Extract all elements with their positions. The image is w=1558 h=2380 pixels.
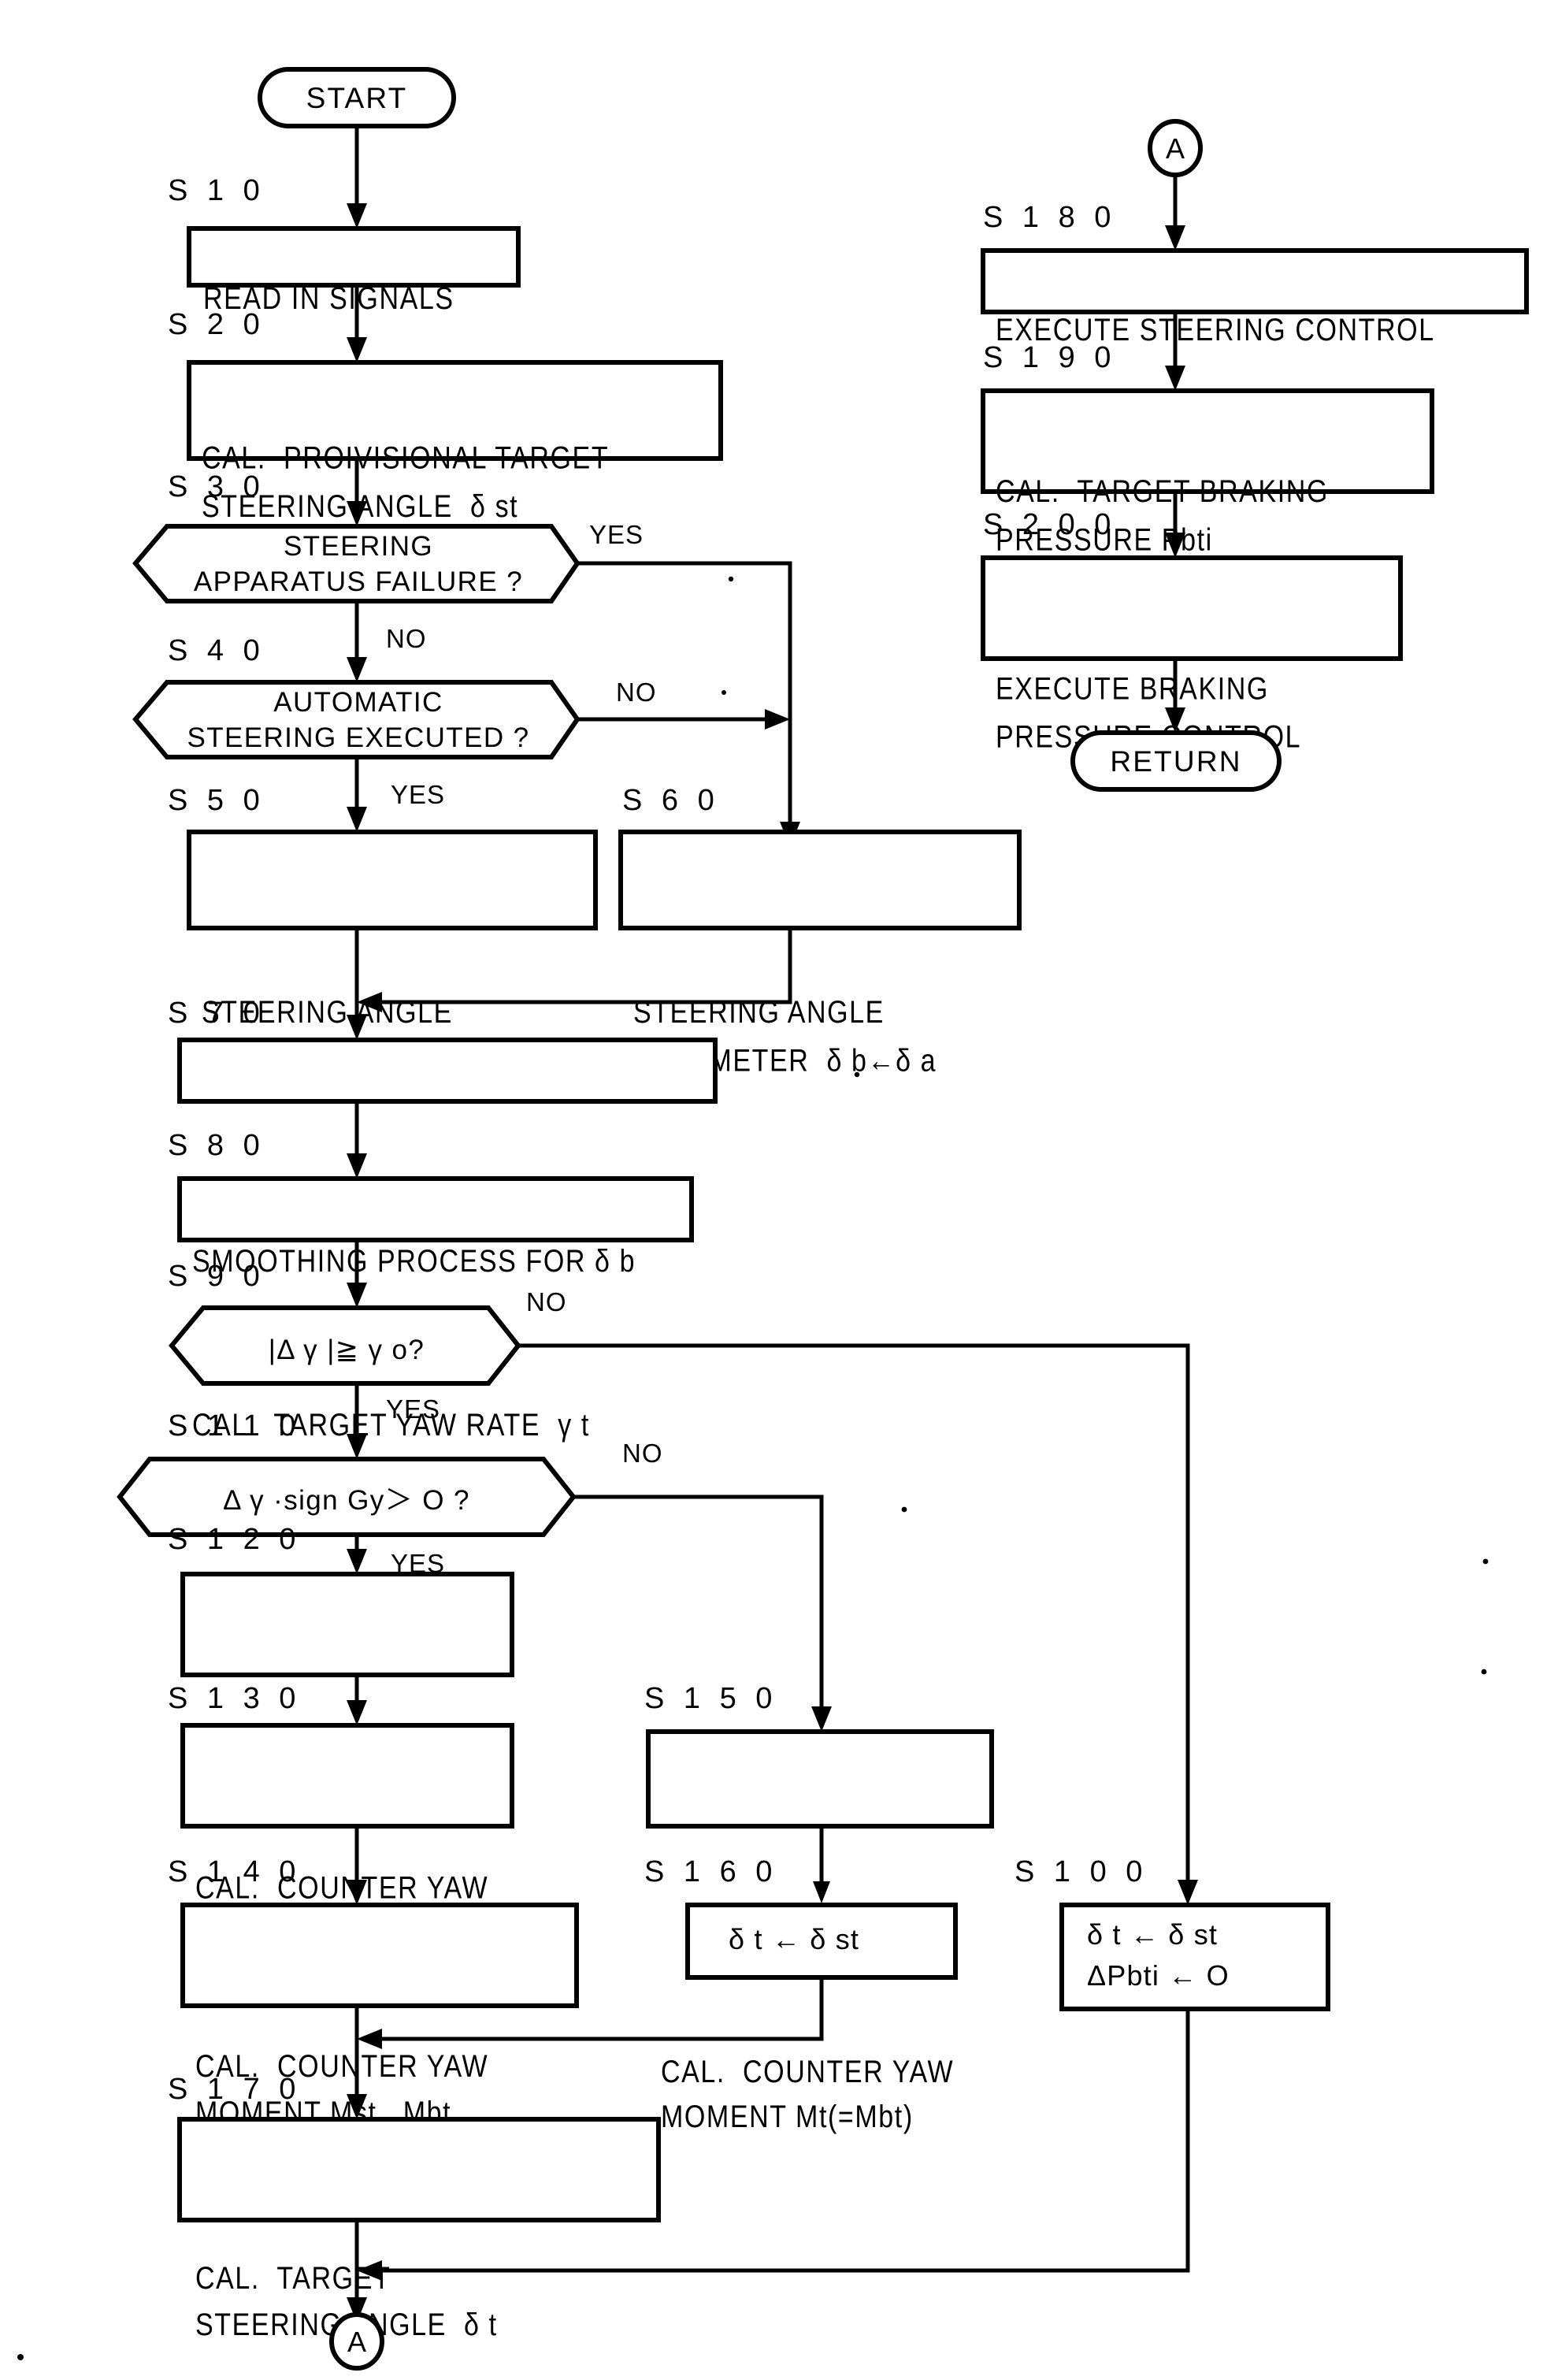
terminator-return-label: RETURN: [1110, 745, 1241, 778]
process-s60-line-1: STEERING ANGLE: [633, 993, 885, 1029]
step-label-s10: S 1 0: [168, 174, 265, 207]
decision-s40-line-2: STEERING EXECUTED ?: [187, 722, 529, 753]
step-label-s90: S 9 0: [168, 1260, 265, 1293]
process-s150-line-2: MOMENT Mt(=Mbt): [661, 2098, 914, 2133]
step-label-s140: S 1 4 0: [168, 1855, 301, 1888]
step-label-s120: S 1 2 0: [168, 1523, 301, 1556]
edge-label-s40-no: NO: [616, 678, 657, 707]
edge-start-s10: [347, 126, 367, 228]
connector-a-bottom-label: A: [347, 2326, 366, 2358]
decision-s110-line-1: Δ γ ·sign Gy＞ O ?: [223, 1485, 470, 1516]
edge-label-s30-no: NO: [386, 624, 427, 653]
step-label-s80: S 8 0: [168, 1129, 265, 1162]
connector-a-top: A: [1148, 119, 1203, 177]
decision-s90-line-1: |Δ γ |≧ γ o?: [269, 1335, 425, 1365]
process-s100-line-1: δ t ← δ st: [1087, 1918, 1218, 1951]
process-s160: δ t ← δ st: [685, 1903, 958, 1980]
edge-label-s40-yes: YES: [391, 780, 445, 809]
connector-a-bottom: A: [329, 2312, 384, 2371]
process-s20: CAL. PROIVISIONAL TARGET STEERING ANGLE …: [187, 360, 723, 524]
process-s100-line-2: ΔPbti ← O: [1087, 1959, 1230, 1992]
edge-s70-s80: [347, 1101, 367, 1179]
step-label-s20: S 2 0: [168, 308, 265, 341]
process-s200-line-1: EXECUTE BRAKING: [996, 670, 1269, 706]
edge-label-s90-yes: YES: [386, 1394, 440, 1424]
process-s190-line-1: CAL. TARGET BRAKING: [996, 473, 1329, 509]
scan-speck: [901, 1506, 907, 1513]
decision-s40: AUTOMATIC STEERING EXECUTED ?: [132, 680, 581, 759]
step-label-s130: S 1 3 0: [168, 1682, 301, 1715]
decision-s30: STEERING APPARATUS FAILURE ?: [132, 524, 581, 603]
flowchart-canvas: START S 1 0 READ IN SIGNALS S 2 0 CAL. P…: [0, 0, 1558, 2380]
step-label-s100: S 1 0 0: [1015, 1855, 1148, 1888]
edge-s150-s160: [813, 1826, 830, 1903]
step-label-s70: S 7 0: [168, 997, 265, 1030]
edge-label-s30-yes: YES: [589, 520, 644, 549]
decision-s90: |Δ γ |≧ γ o?: [169, 1305, 521, 1386]
decision-s30-line-1: STEERING: [284, 531, 433, 562]
step-label-s40: S 4 0: [168, 634, 265, 667]
scan-speck: [722, 690, 726, 695]
edge-s40-s50-yes: [347, 757, 367, 832]
scan-speck: [728, 576, 734, 582]
step-label-s190: S 1 9 0: [983, 341, 1116, 374]
process-s100: δ t ← δ st ΔPbti ← O: [1059, 1903, 1330, 2011]
step-label-s160: S 1 6 0: [644, 1855, 777, 1888]
scan-speck: [1481, 1669, 1487, 1675]
process-s200: EXECUTE BRAKING PRESSURE CONTROL: [981, 555, 1403, 754]
decision-s40-line-1: AUTOMATIC: [273, 687, 443, 718]
step-label-s170: S 1 7 0: [168, 2073, 301, 2106]
step-label-s30: S 3 0: [168, 470, 265, 503]
step-label-s50: S 5 0: [168, 784, 265, 817]
edge-s120-s130: [347, 1675, 367, 1725]
scan-speck: [854, 1071, 860, 1078]
step-label-s200: S 2 0 0: [983, 508, 1116, 541]
process-s10: READ IN SIGNALS: [187, 226, 521, 315]
edge-s110-s120-yes: [347, 1535, 367, 1574]
decision-s30-line-2: APPARATUS FAILURE ?: [194, 566, 523, 597]
edge-connector-a-s180: [1165, 175, 1185, 251]
process-s150-line-1: CAL. COUNTER YAW: [661, 2054, 954, 2089]
step-label-s110: S 1 1 0: [168, 1409, 301, 1442]
flowchart-svg: START S 1 0 READ IN SIGNALS S 2 0 CAL. P…: [17, 67, 1529, 2371]
scan-speck: [1482, 1558, 1489, 1565]
edge-label-s90-no: NO: [526, 1287, 567, 1316]
edge-s40-s60-no: [577, 709, 790, 730]
edge-label-s110-no: NO: [622, 1439, 663, 1468]
process-s180: EXECUTE STEERING CONTROL: [981, 248, 1529, 347]
terminator-start-label: START: [306, 82, 408, 114]
step-label-s180: S 1 8 0: [983, 201, 1116, 234]
terminator-start: START: [258, 67, 456, 128]
process-s160-line-1: δ t ← δ st: [729, 1923, 859, 1955]
terminator-return: RETURN: [1070, 730, 1282, 792]
step-label-s150: S 1 5 0: [644, 1682, 777, 1715]
process-s140-line-1: CAL. TARGET: [195, 2259, 391, 2295]
scan-speck: [17, 2354, 24, 2360]
edge-s30-s40-no: [347, 601, 367, 682]
step-label-s60: S 6 0: [622, 784, 720, 817]
connector-a-top-label: A: [1166, 132, 1185, 165]
